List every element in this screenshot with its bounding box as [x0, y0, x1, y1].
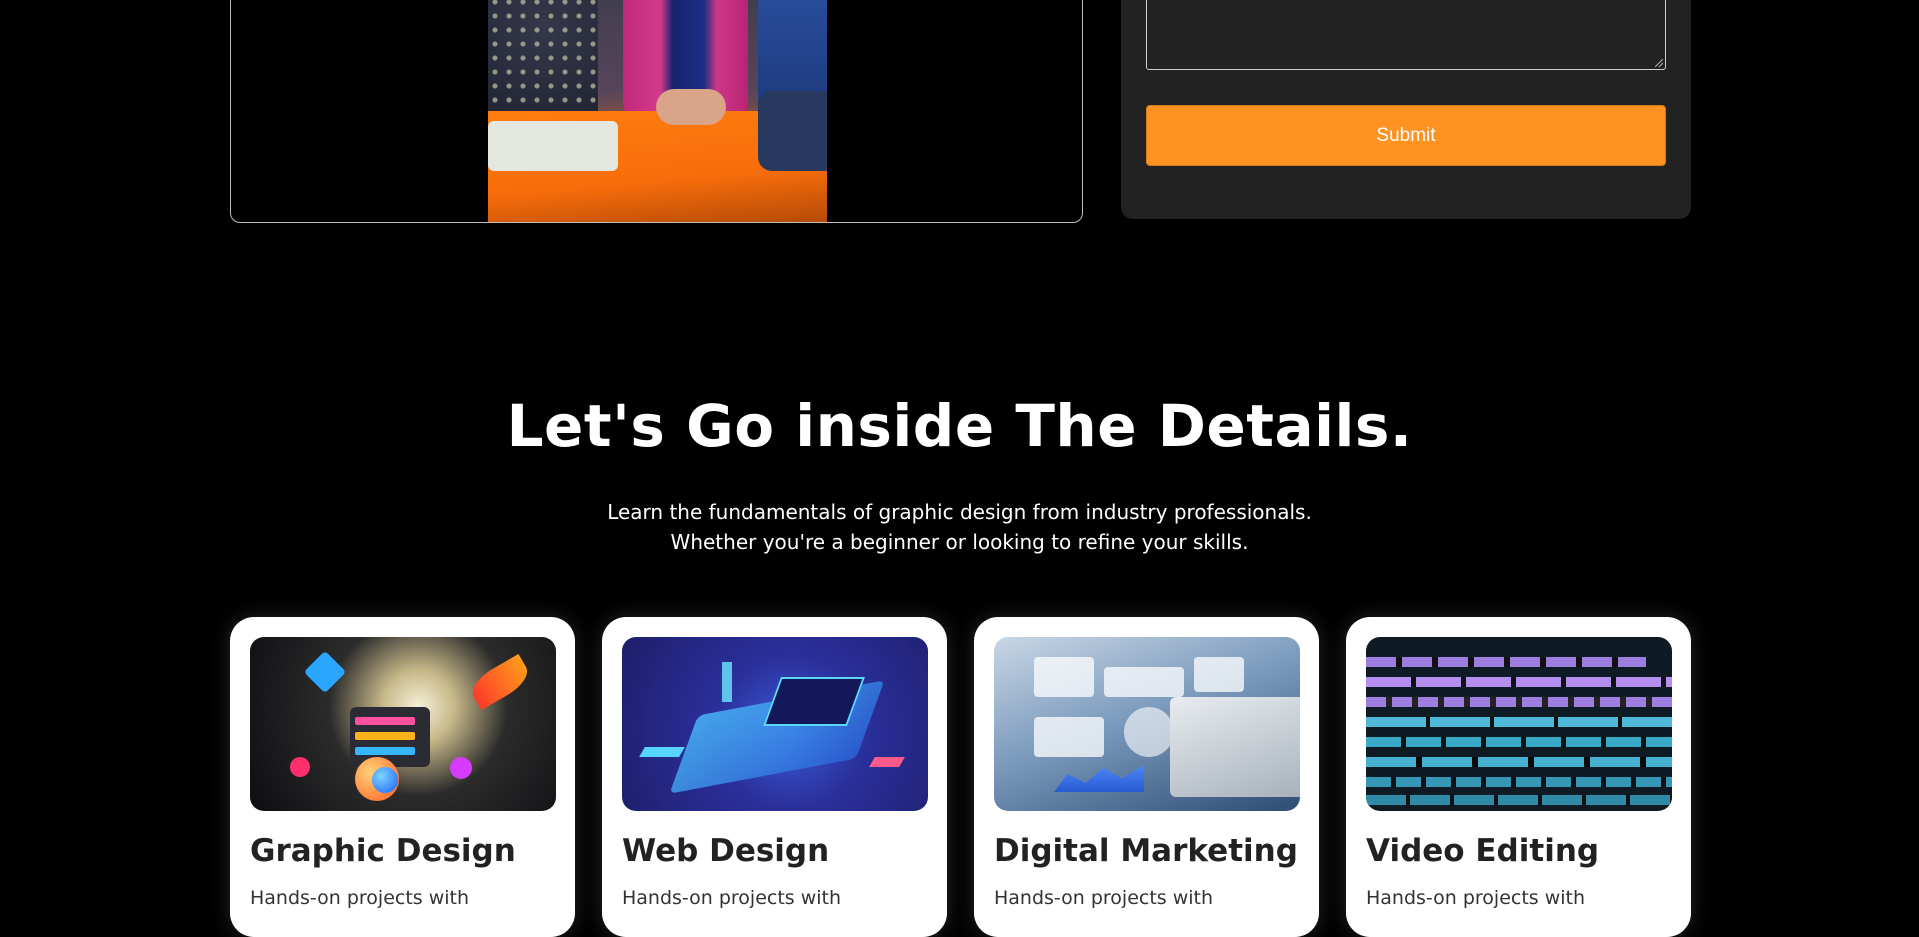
- light-beam: [722, 662, 732, 702]
- dashboard-panel: [1034, 717, 1104, 757]
- timeline-track: [1366, 717, 1672, 727]
- card-description: Hands-on projects with: [250, 887, 470, 909]
- laptop-screen: [763, 677, 865, 726]
- timeline-track: [1366, 657, 1646, 667]
- web-design-image: [622, 637, 928, 811]
- card-title: Video Editing: [1366, 833, 1600, 869]
- dashboard-panel: [1194, 657, 1244, 692]
- card-title: Digital Marketing: [994, 833, 1298, 869]
- flame-shape: [466, 654, 534, 710]
- card-title: Graphic Design: [250, 833, 516, 869]
- timeline-track: [1366, 777, 1672, 787]
- resize-handle-icon[interactable]: [1655, 59, 1663, 67]
- folded-hands: [656, 89, 726, 125]
- submit-button[interactable]: Submit: [1146, 105, 1666, 166]
- course-card-web-design[interactable]: Web Design Hands-on projects with: [602, 617, 947, 937]
- course-card-graphic-design[interactable]: Graphic Design Hands-on projects with: [230, 617, 575, 937]
- card-description: Hands-on projects with: [994, 887, 1214, 909]
- subtitle-line: Whether you're a beginner or looking to …: [670, 530, 1249, 554]
- desk-cloth: [488, 121, 618, 171]
- shard: [303, 650, 347, 694]
- graphic-design-image: [250, 637, 556, 811]
- color-strip: [355, 717, 415, 725]
- color-strip: [355, 747, 415, 755]
- circuit-tile: [869, 757, 905, 767]
- bag: [758, 91, 827, 171]
- card-title: Web Design: [622, 833, 830, 869]
- dashboard-panel: [1104, 667, 1184, 697]
- section-title: Let's Go inside The Details.: [506, 392, 1413, 460]
- dashboard-panel: [1034, 657, 1094, 697]
- timeline-track: [1366, 757, 1672, 767]
- timeline-track: [1366, 697, 1672, 707]
- circuit-tile: [639, 747, 685, 757]
- laptop: [1170, 697, 1300, 797]
- video-editing-image: [1366, 637, 1672, 811]
- sphere: [450, 757, 472, 779]
- sphere: [290, 757, 310, 777]
- section-subtitle: Learn the fundamentals of graphic design…: [0, 497, 1919, 557]
- donut-chart: [1124, 707, 1174, 757]
- color-strip: [355, 732, 415, 740]
- course-card-digital-marketing[interactable]: Digital Marketing Hands-on projects with: [974, 617, 1319, 937]
- timeline-track: [1366, 795, 1672, 805]
- course-cards: Graphic Design Hands-on projects with We…: [230, 617, 1691, 937]
- subtitle-line: Learn the fundamentals of graphic design…: [607, 500, 1312, 524]
- course-card-video-editing[interactable]: Video Editing Hands-on projects with: [1346, 617, 1691, 937]
- sphere: [372, 767, 398, 793]
- card-description: Hands-on projects with: [1366, 887, 1586, 909]
- classroom-photo-frame: [230, 0, 1083, 223]
- area-chart: [1054, 765, 1144, 792]
- classroom-photo: [488, 0, 827, 222]
- contact-form: Submit: [1121, 0, 1691, 219]
- card-description: Hands-on projects with: [622, 887, 842, 909]
- timeline-track: [1366, 737, 1672, 747]
- timeline-track: [1366, 677, 1672, 687]
- digital-marketing-image: [994, 637, 1300, 811]
- message-textarea[interactable]: [1146, 0, 1666, 70]
